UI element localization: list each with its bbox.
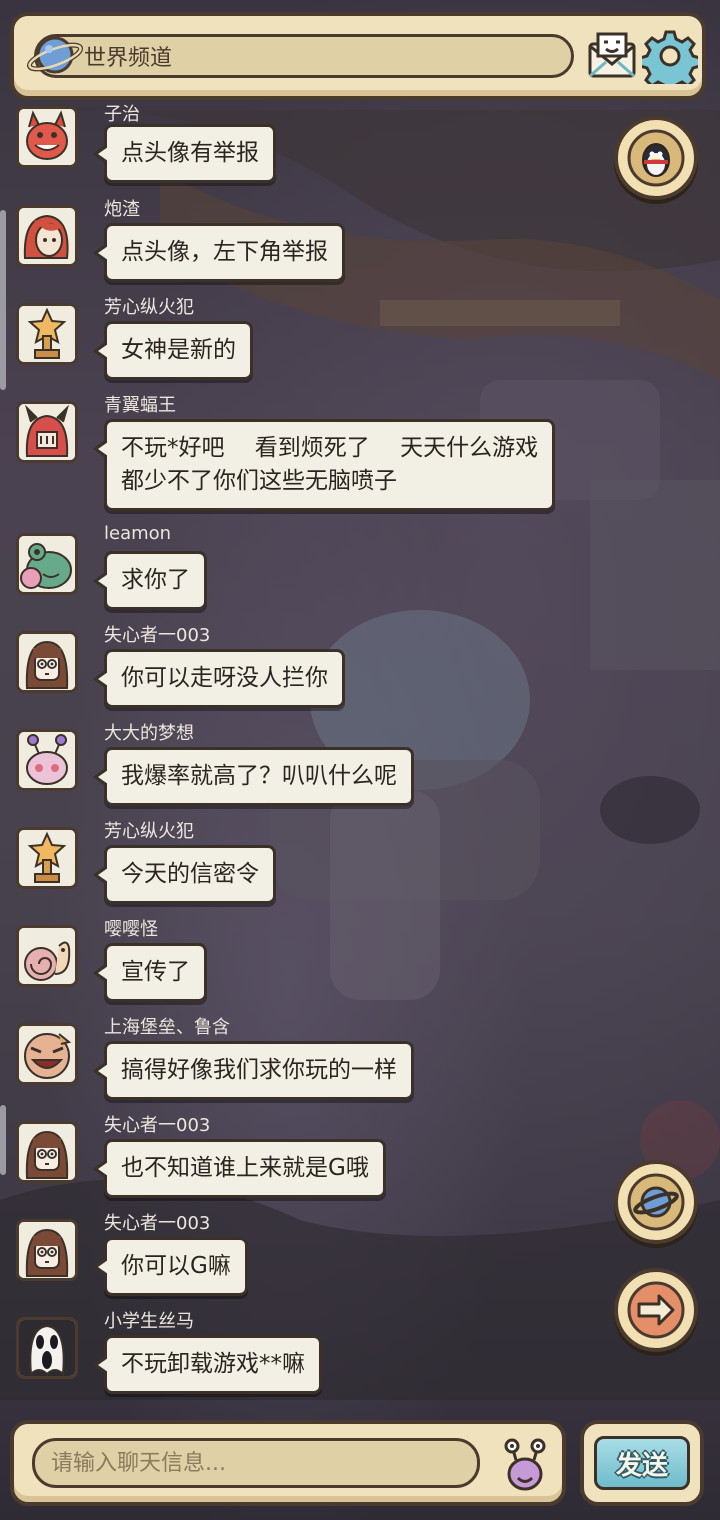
message-text: 今天的信密令 <box>121 861 259 887</box>
avatar-brown-girl[interactable] <box>16 1219 78 1281</box>
planet-icon[interactable] <box>26 26 84 84</box>
avatar-star-statue[interactable] <box>16 303 78 365</box>
username[interactable]: 芳心纵火犯 <box>104 817 194 843</box>
message-text: 不玩*好吧 看到烦死了 天天什么游戏 <box>121 435 539 461</box>
message-bubble[interactable]: 宣传了 <box>93 943 207 1002</box>
emoji-icon[interactable] <box>500 1436 550 1492</box>
username[interactable]: 失心者一003 <box>104 1209 210 1235</box>
next-button[interactable] <box>614 1268 698 1352</box>
chat-input-bar <box>10 1420 566 1506</box>
avatar-green-frog[interactable] <box>16 533 78 595</box>
message-text: 点头像，左下角举报 <box>121 239 328 265</box>
message-text: 女神是新的 <box>121 337 236 363</box>
username[interactable]: 芳心纵火犯 <box>104 293 194 319</box>
send-button[interactable]: 发送 <box>594 1436 690 1490</box>
username[interactable]: 上海堡垒、鲁含 <box>104 1013 230 1039</box>
gear-icon[interactable] <box>642 28 698 84</box>
channel-title: 世界频道 <box>84 46 173 71</box>
mail-icon[interactable] <box>586 30 638 82</box>
username[interactable]: leamon <box>104 523 171 544</box>
message-text: 宣传了 <box>121 959 190 985</box>
message-bubble[interactable]: 求你了 <box>93 551 207 610</box>
send-button-frame: 发送 <box>580 1420 704 1506</box>
scroll-indicator-2[interactable] <box>0 1105 6 1175</box>
planet-icon <box>627 1173 685 1231</box>
username[interactable]: 子治 <box>104 100 140 126</box>
arrow-right-icon <box>627 1281 685 1339</box>
avatar-brown-girl[interactable] <box>16 631 78 693</box>
avatar-laughing-face[interactable] <box>16 1023 78 1085</box>
avatar-red-hair[interactable] <box>16 205 78 267</box>
message-text: 不玩卸载游戏**嘛 <box>121 1351 305 1377</box>
scroll-indicator[interactable] <box>0 210 6 390</box>
message-text: 你可以G嘛 <box>121 1253 231 1279</box>
username[interactable]: 失心者一003 <box>104 621 210 647</box>
avatar-pink-snail[interactable] <box>16 925 78 987</box>
message-text: 求你了 <box>121 567 190 593</box>
message-text: 都少不了你们这些无脑喷子 <box>121 468 397 494</box>
message-text: 也不知道谁上来就是G哦 <box>121 1155 369 1181</box>
chat-input[interactable] <box>32 1438 480 1488</box>
message-bubble[interactable]: 女神是新的 <box>93 321 253 380</box>
avatar-snail[interactable] <box>16 729 78 791</box>
channel-header: 世界频道 <box>10 12 706 100</box>
message-text: 我爆率就高了？叭叭什么呢 <box>121 763 397 789</box>
username[interactable]: 小学生丝马 <box>104 1307 194 1333</box>
avatar-ghost-mask[interactable] <box>16 1317 78 1379</box>
message-bubble[interactable]: 今天的信密令 <box>93 845 276 904</box>
penguin-button[interactable] <box>614 116 698 200</box>
username[interactable]: 大大的梦想 <box>104 719 194 745</box>
avatar-star-statue[interactable] <box>16 827 78 889</box>
username[interactable]: 嘤嘤怪 <box>104 915 158 941</box>
message-text: 你可以走呀没人拦你 <box>121 665 328 691</box>
message-bubble[interactable]: 搞得好像我们求你玩的一样 <box>93 1041 414 1100</box>
message-bubble[interactable]: 点头像，左下角举报 <box>93 223 345 282</box>
message-bubble[interactable]: 不玩卸载游戏**嘛 <box>93 1335 322 1394</box>
world-button[interactable] <box>614 1160 698 1244</box>
avatar-red-horned[interactable] <box>16 401 78 463</box>
username[interactable]: 青翼蝠王 <box>104 391 176 417</box>
avatar-brown-girl[interactable] <box>16 1121 78 1183</box>
message-bubble[interactable]: 你可以走呀没人拦你 <box>93 649 345 708</box>
username[interactable]: 炮渣 <box>104 195 140 221</box>
message-bubble[interactable]: 不玩*好吧 看到烦死了 天天什么游戏 都少不了你们这些无脑喷子 <box>92 419 556 511</box>
message-text: 点头像有举报 <box>121 140 259 166</box>
message-bubble[interactable]: 也不知道谁上来就是G哦 <box>93 1139 386 1198</box>
penguin-icon <box>627 129 685 187</box>
message-text: 搞得好像我们求你玩的一样 <box>121 1057 397 1083</box>
message-bubble[interactable]: 你可以G嘛 <box>93 1237 248 1296</box>
message-bubble[interactable]: 我爆率就高了？叭叭什么呢 <box>93 747 414 806</box>
username[interactable]: 失心者一003 <box>104 1111 210 1137</box>
avatar-red-devil[interactable] <box>16 106 78 168</box>
message-bubble[interactable]: 点头像有举报 <box>93 124 276 183</box>
